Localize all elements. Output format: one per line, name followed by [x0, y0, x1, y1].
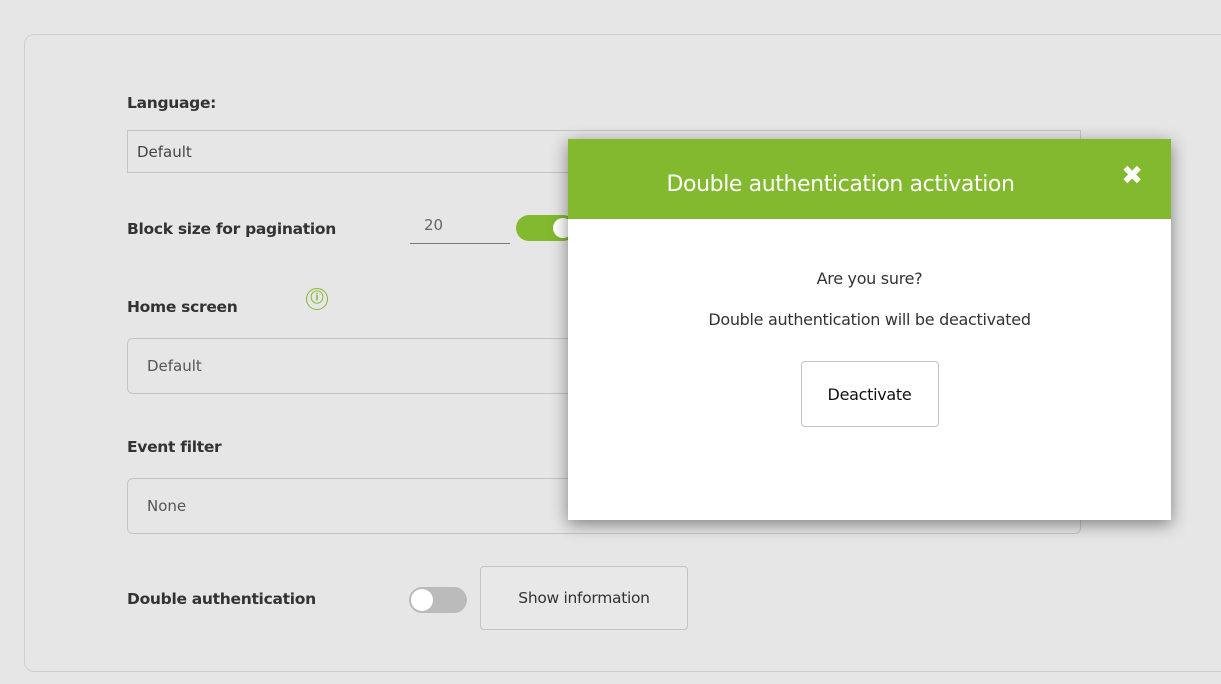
dialog-title: Double authentication activation — [666, 171, 1015, 197]
deactivate-button[interactable]: Deactivate — [800, 361, 939, 427]
dialog-message: Double authentication will be deactivate… — [708, 310, 1031, 329]
show-information-button[interactable]: Show information — [480, 566, 688, 630]
block-size-input[interactable]: 20 — [410, 212, 510, 244]
double-auth-toggle[interactable] — [409, 587, 467, 613]
home-screen-label: Home screen — [127, 298, 238, 316]
dialog-header: Double authentication activation ✖ — [568, 139, 1171, 219]
event-filter-value: None — [147, 497, 187, 515]
double-auth-label: Double authentication — [127, 590, 316, 608]
toggle-knob — [411, 589, 433, 611]
language-label: Language: — [127, 94, 217, 112]
language-value: Default — [137, 142, 192, 161]
block-size-value: 20 — [424, 216, 444, 234]
double-auth-dialog: Double authentication activation ✖ Are y… — [568, 139, 1171, 520]
info-icon[interactable]: ⓘ — [306, 288, 328, 310]
dialog-question: Are you sure? — [816, 269, 923, 288]
home-screen-value: Default — [147, 357, 202, 375]
block-size-label: Block size for pagination — [127, 220, 336, 238]
event-filter-label: Event filter — [127, 438, 222, 456]
dialog-body: Are you sure? Double authentication will… — [568, 269, 1171, 427]
pagination-toggle[interactable] — [516, 215, 576, 241]
close-icon[interactable]: ✖ — [1121, 161, 1143, 191]
